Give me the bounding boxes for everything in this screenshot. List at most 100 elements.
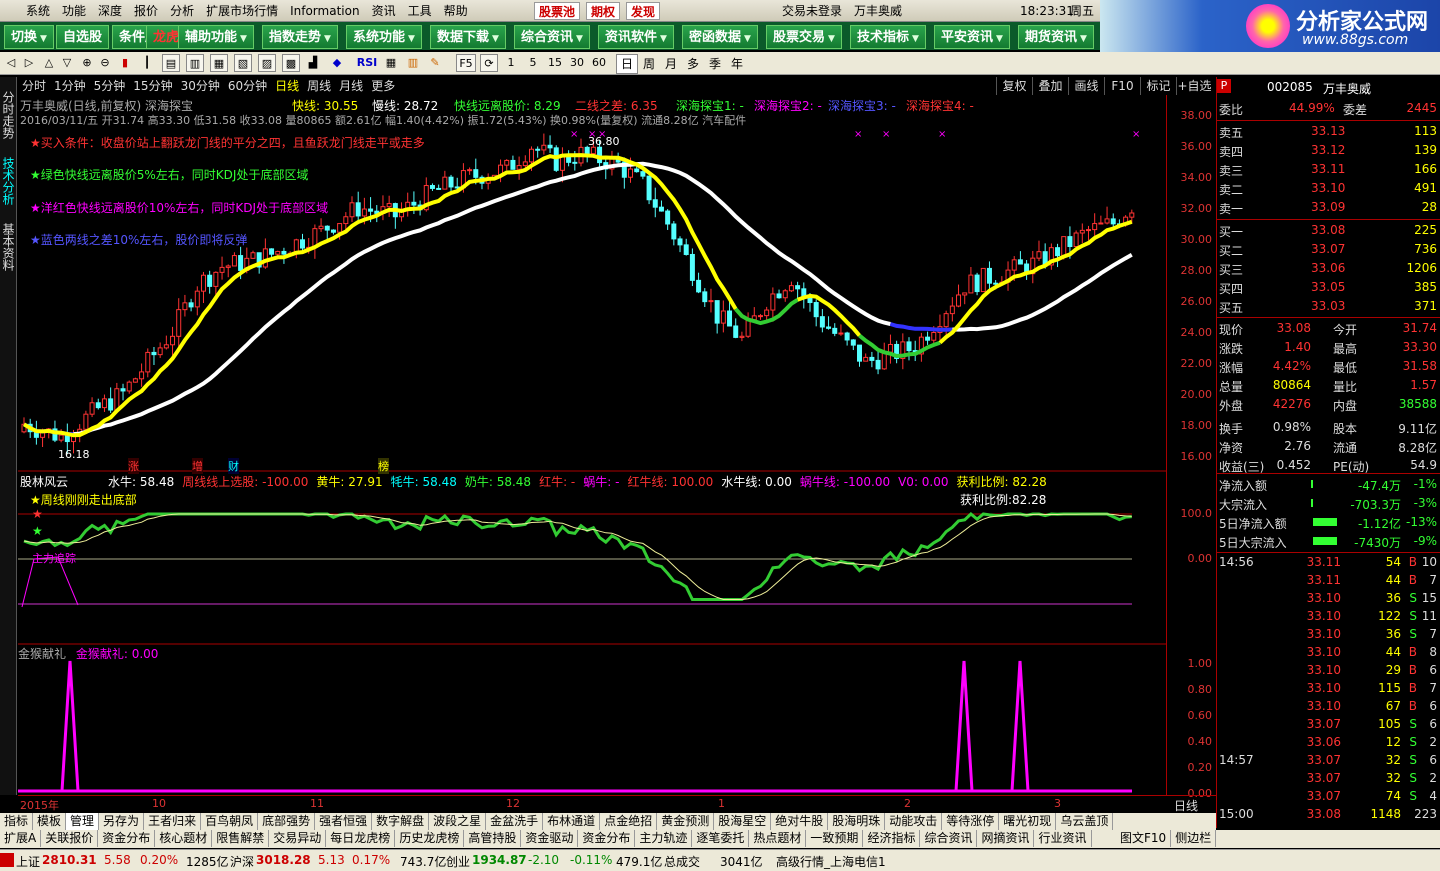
layout5-icon[interactable]: ▨ bbox=[258, 54, 276, 72]
info-tab-14[interactable]: 一致预期 bbox=[806, 830, 864, 847]
formula-tab-19[interactable]: 曙光初现 bbox=[999, 813, 1057, 830]
menu-item-4[interactable]: 分析 bbox=[164, 0, 200, 22]
menu-item-9[interactable]: 帮助 bbox=[438, 0, 474, 22]
menu-item-0[interactable]: 系统 bbox=[20, 0, 56, 22]
feature-button-13[interactable]: 平安资讯 ▼ bbox=[934, 25, 1010, 49]
layout4-icon[interactable]: ▧ bbox=[234, 54, 252, 72]
info-tab-18[interactable]: 行业资讯 bbox=[1034, 830, 1092, 847]
formula-tab-16[interactable]: 股海明珠 bbox=[828, 813, 886, 830]
period-char-4[interactable]: 季 bbox=[704, 55, 726, 73]
options-button[interactable]: 期权 bbox=[586, 2, 621, 20]
info-tab-9[interactable]: 资金驱动 bbox=[521, 830, 579, 847]
formula-tab-18[interactable]: 等待涨停 bbox=[942, 813, 1000, 830]
forward-icon[interactable]: ▷ bbox=[22, 54, 36, 72]
chart-tab-0[interactable]: 复权 bbox=[996, 77, 1032, 95]
feature-button-11[interactable]: 股票交易 ▼ bbox=[766, 25, 842, 49]
formula-tab-20[interactable]: 乌云盖顶 bbox=[1056, 813, 1114, 830]
period-char-2[interactable]: 月 bbox=[660, 55, 682, 73]
arrow-down-icon[interactable]: ▽ bbox=[60, 54, 74, 72]
info-tab-2[interactable]: 资金分布 bbox=[98, 830, 156, 847]
formula-tab-1[interactable]: 模板 bbox=[33, 813, 67, 830]
f5-button[interactable]: F5 bbox=[456, 54, 476, 72]
period-char-0[interactable]: 日 bbox=[616, 54, 638, 74]
menu-item-5[interactable]: 扩展市场行情 bbox=[200, 0, 284, 22]
info-tab-17[interactable]: 网摘资讯 bbox=[977, 830, 1035, 847]
side-tab-1[interactable]: 侧边栏 bbox=[1171, 830, 1217, 847]
period-char-3[interactable]: 多 bbox=[682, 55, 704, 73]
layout2-icon[interactable]: ▥ bbox=[186, 54, 204, 72]
formula-tab-0[interactable]: 指标 bbox=[0, 813, 34, 830]
formula-tab-2[interactable]: 管理 bbox=[66, 813, 100, 830]
info-tab-4[interactable]: 限售解禁 bbox=[212, 830, 270, 847]
feature-button-10[interactable]: 密函数据 ▼ bbox=[682, 25, 758, 49]
info-tab-11[interactable]: 主力轨迹 bbox=[635, 830, 693, 847]
layout6-icon[interactable]: ▩ bbox=[282, 54, 300, 72]
feature-button-0[interactable]: 切换 ▼ bbox=[4, 25, 54, 49]
period-tab-3[interactable]: 15分钟 bbox=[129, 77, 176, 95]
back-icon[interactable]: ◁ bbox=[4, 54, 18, 72]
info-tab-3[interactable]: 核心题材 bbox=[155, 830, 213, 847]
menu-item-2[interactable]: 深度 bbox=[92, 0, 128, 22]
feature-button-14[interactable]: 期货资讯 ▼ bbox=[1018, 25, 1094, 49]
formula-tab-4[interactable]: 王者归来 bbox=[144, 813, 202, 830]
feature-button-6[interactable]: 系统功能 ▼ bbox=[346, 25, 422, 49]
info-tab-1[interactable]: 关联报价 bbox=[41, 830, 99, 847]
period-tab-0[interactable]: 分时 bbox=[18, 77, 50, 95]
period-num-15[interactable]: 15 bbox=[544, 54, 566, 72]
feature-button-8[interactable]: 综合资讯 ▼ bbox=[514, 25, 590, 49]
pencil-icon[interactable]: ✎ bbox=[428, 54, 442, 72]
stock-pool-button[interactable]: 股票池 bbox=[534, 2, 581, 20]
info-tab-15[interactable]: 经济指标 bbox=[863, 830, 921, 847]
indicator-icon[interactable]: ◆ bbox=[330, 54, 344, 72]
info-tab-12[interactable]: 逐笔委托 bbox=[692, 830, 750, 847]
period-num-60[interactable]: 60 bbox=[588, 54, 610, 72]
menu-item-6[interactable]: Information bbox=[284, 0, 365, 22]
feature-button-7[interactable]: 数据下载 ▼ bbox=[430, 25, 506, 49]
layout3-icon[interactable]: ▦ bbox=[210, 54, 228, 72]
chart-tab-5[interactable]: +自选 bbox=[1176, 77, 1212, 95]
period-tab-9[interactable]: 更多 bbox=[367, 77, 399, 95]
side-tab-technical[interactable]: 技术分析 bbox=[0, 151, 17, 211]
bars-icon[interactable]: ┃ bbox=[140, 54, 154, 72]
feature-button-9[interactable]: 资讯软件 ▼ bbox=[598, 25, 674, 49]
info-tab-8[interactable]: 高管持股 bbox=[464, 830, 522, 847]
discover-button[interactable]: 发现 bbox=[626, 2, 661, 20]
arrow-up-icon[interactable]: △ bbox=[42, 54, 56, 72]
formula-tab-7[interactable]: 强者恒强 bbox=[315, 813, 373, 830]
menu-item-8[interactable]: 工具 bbox=[402, 0, 438, 22]
feature-button-12[interactable]: 技术指标 ▼ bbox=[850, 25, 926, 49]
refresh-icon[interactable]: ⟳ bbox=[480, 54, 498, 72]
candle-icon[interactable]: ▮ bbox=[118, 54, 132, 72]
info-tab-10[interactable]: 资金分布 bbox=[578, 830, 636, 847]
info-tab-7[interactable]: 历史龙虎榜 bbox=[395, 830, 465, 847]
bar-chart-icon[interactable]: ▟ bbox=[306, 54, 320, 72]
info-tab-0[interactable]: 扩展A bbox=[0, 830, 42, 847]
formula-tab-6[interactable]: 底部强势 bbox=[258, 813, 316, 830]
period-num-5[interactable]: 5 bbox=[522, 54, 544, 72]
formula-tab-3[interactable]: 另存为 bbox=[99, 813, 145, 830]
side-tab-fundamental[interactable]: 基本资料 bbox=[0, 217, 17, 277]
chart-tab-3[interactable]: F10 bbox=[1104, 77, 1140, 95]
menu-item-3[interactable]: 报价 bbox=[128, 0, 164, 22]
info-tab-5[interactable]: 交易异动 bbox=[269, 830, 327, 847]
menu-item-7[interactable]: 资讯 bbox=[366, 0, 402, 22]
info-tab-6[interactable]: 每日龙虎榜 bbox=[326, 830, 396, 847]
zoom-out-icon[interactable]: ⊖ bbox=[98, 54, 112, 72]
period-tab-2[interactable]: 5分钟 bbox=[90, 77, 130, 95]
layout1-icon[interactable]: ▤ bbox=[162, 54, 180, 72]
info-tab-16[interactable]: 综合资讯 bbox=[920, 830, 978, 847]
chart-tab-4[interactable]: 标记 bbox=[1140, 77, 1176, 95]
rsi-button[interactable]: RSI bbox=[354, 54, 380, 72]
formula-tab-8[interactable]: 数字解盘 bbox=[372, 813, 430, 830]
formula-tab-15[interactable]: 绝对牛股 bbox=[771, 813, 829, 830]
period-tab-8[interactable]: 月线 bbox=[335, 77, 367, 95]
period-num-1[interactable]: 1 bbox=[500, 54, 522, 72]
menu-item-1[interactable]: 功能 bbox=[56, 0, 92, 22]
feature-button-5[interactable]: 指数走势 ▼ bbox=[262, 25, 338, 49]
info-tab-13[interactable]: 热点题材 bbox=[749, 830, 807, 847]
feature-button-4[interactable]: 辅助功能 ▼ bbox=[178, 25, 254, 49]
formula-tab-11[interactable]: 布林通道 bbox=[543, 813, 601, 830]
zoom-in-icon[interactable]: ⊕ bbox=[80, 54, 94, 72]
period-char-5[interactable]: 年 bbox=[726, 55, 748, 73]
formula-tab-17[interactable]: 动能攻击 bbox=[885, 813, 943, 830]
